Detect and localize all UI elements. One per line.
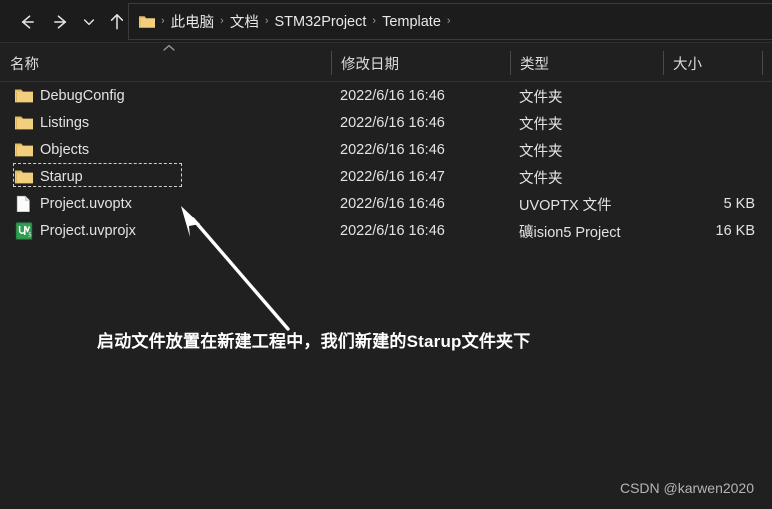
- file-size-cell: [663, 83, 755, 109]
- file-name-label: DebugConfig: [40, 88, 125, 104]
- address-bar[interactable]: › 此电脑 › 文档 › STM32Project › Template ›: [128, 3, 772, 40]
- file-name-cell[interactable]: Objects: [14, 137, 89, 163]
- sort-ascending-icon: [162, 44, 176, 55]
- file-size-cell: [663, 164, 755, 190]
- file-explorer-window: › 此电脑 › 文档 › STM32Project › Template › 名…: [0, 0, 772, 509]
- file-name-cell[interactable]: Listings: [14, 110, 89, 136]
- file-size-cell: [663, 110, 755, 136]
- file-name-cell[interactable]: 5 Project.uvprojx: [14, 218, 136, 244]
- uvision-project-icon: 5: [15, 222, 33, 240]
- column-divider-type[interactable]: [510, 51, 511, 75]
- breadcrumb-item-1[interactable]: 文档: [225, 9, 264, 34]
- column-divider-date[interactable]: [331, 51, 332, 75]
- table-row[interactable]: DebugConfig 2022/6/16 16:46 文件夹: [0, 83, 772, 109]
- forward-icon[interactable]: [48, 9, 74, 35]
- file-name-label: Listings: [40, 115, 90, 131]
- file-size-cell: 5 KB: [723, 196, 755, 212]
- file-type-cell: 礦ision5 Project: [519, 224, 621, 241]
- table-row[interactable]: Project.uvoptx 2022/6/16 16:46 UVOPTX 文件…: [0, 191, 772, 217]
- folder-icon: [15, 143, 33, 157]
- file-name-label: Project.uvprojx: [40, 223, 136, 239]
- table-row-selected[interactable]: Starup 2022/6/16 16:47 文件夹: [0, 163, 772, 190]
- file-size-cell: 16 KB: [715, 223, 756, 239]
- column-header-name-label: 名称: [10, 56, 39, 73]
- column-header-date[interactable]: 修改日期: [331, 44, 510, 82]
- file-type-cell: 文件夹: [519, 89, 563, 106]
- file-date-cell: 2022/6/16 16:47: [340, 169, 445, 185]
- file-name-label: Starup: [40, 169, 83, 185]
- file-list[interactable]: DebugConfig 2022/6/16 16:46 文件夹 Listings…: [0, 83, 772, 509]
- file-name-label: Project.uvoptx: [40, 196, 132, 212]
- breadcrumb-separator-4[interactable]: ›: [446, 16, 452, 27]
- folder-icon: [15, 116, 33, 130]
- table-row[interactable]: Listings 2022/6/16 16:46 文件夹: [0, 110, 772, 136]
- up-icon[interactable]: [104, 9, 130, 35]
- file-date-cell: 2022/6/16 16:46: [340, 88, 445, 104]
- column-header-size-label: 大小: [673, 56, 702, 73]
- file-name-cell[interactable]: Project.uvoptx: [14, 191, 132, 217]
- column-divider-size[interactable]: [663, 51, 664, 75]
- back-icon[interactable]: [14, 9, 40, 35]
- chevron-down-icon[interactable]: [79, 9, 99, 35]
- column-header-row: 名称 修改日期 类型 大小: [0, 44, 772, 82]
- file-name-cell[interactable]: DebugConfig: [14, 83, 125, 109]
- file-date-cell: 2022/6/16 16:46: [340, 142, 445, 158]
- breadcrumb-item-3[interactable]: Template: [377, 12, 446, 32]
- table-row[interactable]: 5 Project.uvprojx 2022/6/16 16:46 礦ision…: [0, 218, 772, 244]
- breadcrumb-item-2[interactable]: STM32Project: [270, 12, 372, 32]
- folder-icon: [15, 89, 33, 103]
- column-header-date-label: 修改日期: [341, 56, 399, 73]
- table-row[interactable]: Objects 2022/6/16 16:46 文件夹: [0, 137, 772, 163]
- column-header-type-label: 类型: [520, 56, 549, 73]
- file-type-cell: 文件夹: [519, 170, 563, 187]
- file-type-cell: 文件夹: [519, 143, 563, 160]
- file-date-cell: 2022/6/16 16:46: [340, 196, 445, 212]
- file-type-cell: UVOPTX 文件: [519, 197, 612, 214]
- column-header-type[interactable]: 类型: [510, 44, 663, 82]
- breadcrumb-item-0[interactable]: 此电脑: [166, 9, 220, 34]
- svg-text:5: 5: [28, 232, 31, 238]
- column-header-size[interactable]: 大小: [663, 44, 763, 82]
- file-date-cell: 2022/6/16 16:46: [340, 223, 445, 239]
- file-date-cell: 2022/6/16 16:46: [340, 115, 445, 131]
- navigation-bar: › 此电脑 › 文档 › STM32Project › Template ›: [0, 0, 772, 43]
- file-size-cell: [663, 137, 755, 163]
- folder-icon: [15, 170, 33, 184]
- file-type-cell: 文件夹: [519, 116, 563, 133]
- file-name-cell[interactable]: Starup: [14, 164, 83, 190]
- folder-icon: [139, 15, 155, 28]
- blank-document-icon: [16, 195, 30, 213]
- file-name-label: Objects: [40, 142, 90, 158]
